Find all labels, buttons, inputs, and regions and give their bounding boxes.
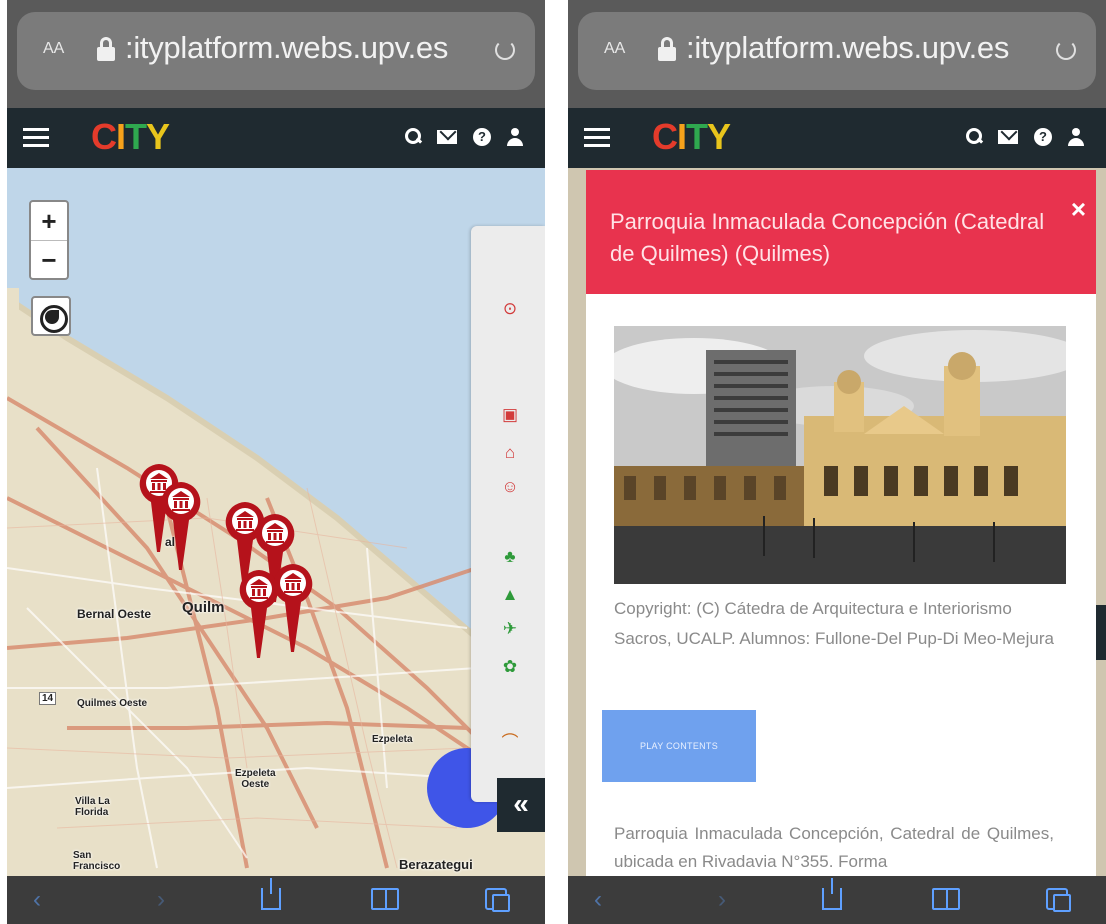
share-icon[interactable] xyxy=(261,878,281,910)
app-logo[interactable]: CITY xyxy=(91,116,170,158)
play-contents-button[interactable]: PLAY CONTENTS xyxy=(602,710,756,782)
locate-globe-icon[interactable] xyxy=(31,296,71,336)
zoom-out-button[interactable]: − xyxy=(31,240,67,278)
address-bar[interactable]: AA :ityplatform.webs.upv.es xyxy=(17,12,535,90)
map-label-quilmes-oeste: Quilmes Oeste xyxy=(77,698,148,709)
tree-icon[interactable]: ♣ xyxy=(501,548,519,566)
browser-toolbar: ‹ › xyxy=(568,876,1106,924)
collapse-panel-button[interactable]: « xyxy=(497,778,545,832)
menu-icon[interactable] xyxy=(23,128,49,148)
map-label-ezpeleta-oeste: Ezpeleta Oeste xyxy=(235,768,276,790)
forward-icon[interactable]: › xyxy=(718,888,726,912)
url-text[interactable]: :ityplatform.webs.upv.es xyxy=(686,30,1009,66)
map-label-bernal-oeste: Bernal Oeste xyxy=(77,607,152,621)
user-icon[interactable] xyxy=(505,126,527,148)
browser-chrome: AA :ityplatform.webs.upv.es xyxy=(568,0,1106,108)
cathedral-photo xyxy=(614,326,1066,584)
browser-toolbar: ‹ › xyxy=(7,876,545,924)
map-label-ezpeleta: Ezpeleta xyxy=(372,734,413,745)
museum-pin-icon[interactable] xyxy=(273,564,313,654)
zoom-in-button[interactable]: + xyxy=(31,202,67,240)
user-icon[interactable] xyxy=(1066,126,1088,148)
modal-title: Parroquia Inmaculada Concepción (Catedra… xyxy=(610,209,1045,266)
place-detail-modal: Parroquia Inmaculada Concepción (Catedra… xyxy=(586,170,1096,876)
place-description: Parroquia Inmaculada Concepción, Catedra… xyxy=(614,824,1054,871)
back-icon[interactable]: ‹ xyxy=(33,888,41,912)
app-logo[interactable]: CITY xyxy=(652,116,731,158)
map-view[interactable]: + − Bernal Oeste Quilm al Quilmes Oeste … xyxy=(7,168,545,876)
bookmarks-icon[interactable] xyxy=(932,888,960,910)
museum-pin-icon[interactable] xyxy=(161,482,201,572)
map-label-berazategui: Berazategui xyxy=(399,857,473,872)
help-icon[interactable]: ? xyxy=(1032,126,1054,148)
photo-copyright: Copyright: (C) Cátedra de Arquitectura e… xyxy=(614,599,1054,648)
app-navbar: CITY ? xyxy=(568,108,1106,168)
left-phone-screen: AA :ityplatform.webs.upv.es CITY ? + − B… xyxy=(7,0,545,924)
bridge-icon[interactable]: ⌒ xyxy=(501,734,519,752)
mountain-icon[interactable]: ▲ xyxy=(501,586,519,604)
location-pin-icon[interactable]: ⊙ xyxy=(501,300,519,318)
forward-icon[interactable]: › xyxy=(157,888,165,912)
nav-icon-group: ? xyxy=(403,126,527,148)
text-size-button[interactable]: AA xyxy=(604,40,625,58)
map-label-quilmes: Quilm xyxy=(182,599,225,616)
browser-chrome: AA :ityplatform.webs.upv.es xyxy=(7,0,545,108)
tabs-icon[interactable] xyxy=(485,888,510,912)
close-icon[interactable]: × xyxy=(1071,194,1086,225)
app-navbar: CITY ? xyxy=(7,108,545,168)
search-icon[interactable] xyxy=(403,126,425,148)
zoom-control: + − xyxy=(29,200,69,280)
layer-panel: ⊙ ▣ ⌂ ☺ ♣ ▲ ✈ ✿ ⌒ xyxy=(471,226,545,802)
route-14-shield: 14 xyxy=(39,692,57,705)
theater-icon[interactable]: ☺ xyxy=(501,478,519,496)
help-icon[interactable]: ? xyxy=(471,126,493,148)
back-icon[interactable]: ‹ xyxy=(594,888,602,912)
map-label-villa-la-florida: Villa La Florida xyxy=(75,796,110,818)
mail-icon[interactable] xyxy=(998,126,1020,148)
lock-icon xyxy=(658,37,676,61)
collapse-panel-button-edge xyxy=(1096,605,1106,660)
reload-icon[interactable] xyxy=(495,40,515,60)
reload-icon[interactable] xyxy=(1056,40,1076,60)
modal-header: Parroquia Inmaculada Concepción (Catedra… xyxy=(586,170,1096,294)
map-label-san-francisco: San Francisco xyxy=(73,850,121,872)
bird-icon[interactable]: ✈ xyxy=(501,620,519,638)
url-text[interactable]: :ityplatform.webs.upv.es xyxy=(125,30,448,66)
menu-icon[interactable] xyxy=(584,128,610,148)
book-icon[interactable]: ▣ xyxy=(501,406,519,424)
search-icon[interactable] xyxy=(964,126,986,148)
lock-icon xyxy=(97,37,115,61)
address-bar[interactable]: AA :ityplatform.webs.upv.es xyxy=(578,12,1096,90)
nav-icon-group: ? xyxy=(964,126,1088,148)
plant-icon[interactable]: ✿ xyxy=(501,658,519,676)
mail-icon[interactable] xyxy=(437,126,459,148)
tabs-icon[interactable] xyxy=(1046,888,1071,912)
share-icon[interactable] xyxy=(822,878,842,910)
bookmarks-icon[interactable] xyxy=(371,888,399,910)
museum-icon[interactable]: ⌂ xyxy=(501,444,519,462)
right-phone-screen: AA :ityplatform.webs.upv.es CITY ? Parro… xyxy=(568,0,1106,924)
text-size-button[interactable]: AA xyxy=(43,40,64,58)
